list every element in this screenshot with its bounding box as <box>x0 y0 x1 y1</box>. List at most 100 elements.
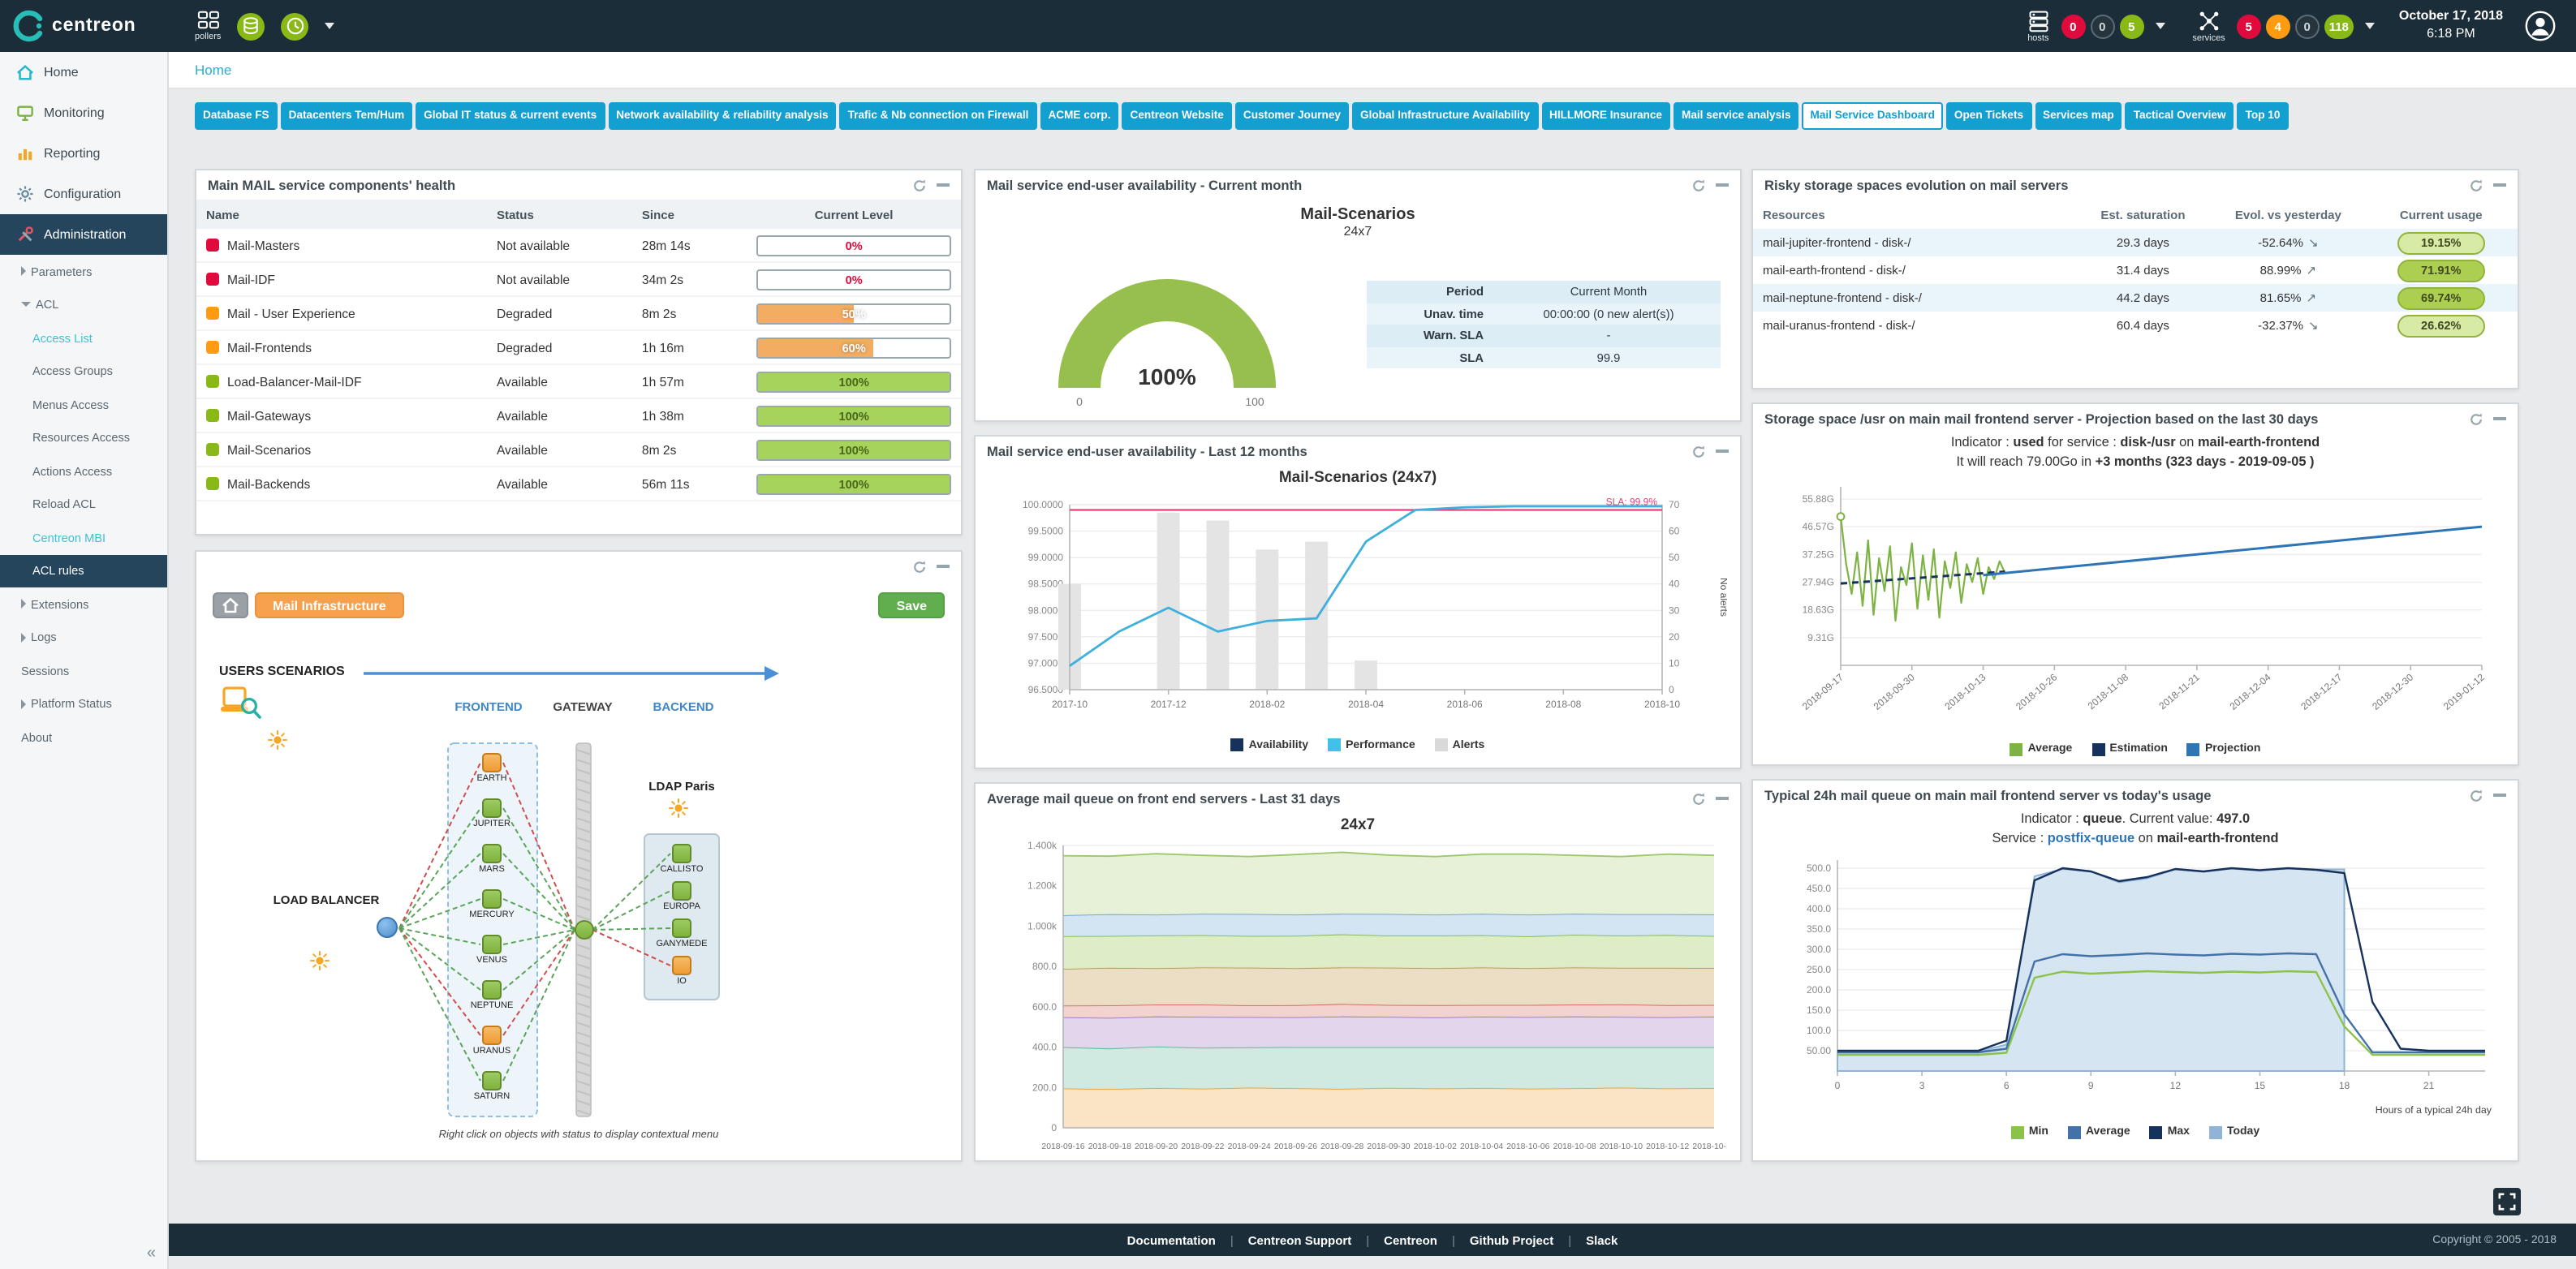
svg-text:0: 0 <box>1051 1122 1057 1133</box>
tab-mail-service-dashboard[interactable]: Mail Service Dashboard <box>1803 102 1943 130</box>
server-node-uranus[interactable] <box>482 1026 502 1045</box>
sidebar-subitem-acl-rules[interactable]: ACL rules <box>0 554 167 587</box>
sidebar-subitem-parameters[interactable]: Parameters <box>0 255 167 288</box>
server-node-jupiter[interactable] <box>482 798 502 818</box>
sidebar-subitem-label: Access List <box>32 331 93 346</box>
status-badge-warning[interactable]: 4 <box>2266 14 2290 38</box>
refresh-icon[interactable] <box>912 559 927 574</box>
status-badge-pending[interactable]: 0 <box>2090 14 2114 38</box>
tab-mail-service-analysis[interactable]: Mail service analysis <box>1674 102 1799 130</box>
tab-datacenters-tem-hum[interactable]: Datacenters Tem/Hum <box>281 102 413 130</box>
refresh-icon[interactable] <box>1691 791 1706 806</box>
hosts-menu[interactable]: hosts <box>2027 9 2049 43</box>
latency-poller-status-icon[interactable] <box>281 12 308 40</box>
tab-services-map[interactable]: Services map <box>2035 102 2122 130</box>
sidebar-subitem-platform-status[interactable]: Platform Status <box>0 687 167 721</box>
server-node-mars[interactable] <box>482 844 502 863</box>
footer-link-github-project[interactable]: Github Project <box>1470 1232 1553 1247</box>
minimize-icon[interactable] <box>1716 183 1729 187</box>
status-badge-critical[interactable]: 0 <box>2061 14 2085 38</box>
sidebar-subitem-reload-acl[interactable]: Reload ACL <box>0 488 167 521</box>
save-button[interactable]: Save <box>879 592 945 618</box>
footer-link-centreon[interactable]: Centreon <box>1384 1232 1437 1247</box>
server-node-neptune[interactable] <box>482 980 502 1000</box>
sidebar-subitem-actions-access[interactable]: Actions Access <box>0 454 167 488</box>
sidebar-subitem-access-list[interactable]: Access List <box>0 321 167 355</box>
infrastructure-home-button[interactable] <box>213 592 248 618</box>
tab-customer-journey[interactable]: Customer Journey <box>1235 102 1349 130</box>
database-poller-status-icon[interactable] <box>237 12 265 40</box>
sidebar-subitem-access-groups[interactable]: Access Groups <box>0 355 167 388</box>
tab-open-tickets[interactable]: Open Tickets <box>1946 102 2031 130</box>
server-node-io[interactable] <box>672 956 691 975</box>
sidebar-collapse-button[interactable]: « <box>147 1245 156 1263</box>
sidebar-subitem-extensions[interactable]: Extensions <box>0 587 167 621</box>
server-node-saturn[interactable] <box>482 1071 502 1090</box>
breadcrumb[interactable]: Home <box>195 62 231 78</box>
sidebar-subitem-acl[interactable]: ACL <box>0 288 167 321</box>
tab-global-infrastructure-availability[interactable]: Global Infrastructure Availability <box>1352 102 1538 130</box>
chevron-down-icon <box>21 303 31 308</box>
status-badge-ok[interactable]: 5 <box>2119 14 2143 38</box>
minimize-icon[interactable] <box>1716 797 1729 800</box>
minimize-icon[interactable] <box>937 565 950 568</box>
tab-hillmore-insurance[interactable]: HILLMORE Insurance <box>1541 102 1670 130</box>
sidebar-subitem-sessions[interactable]: Sessions <box>0 654 167 687</box>
sidebar-subitem-logs[interactable]: Logs <box>0 621 167 654</box>
infrastructure-name-button[interactable]: Mail Infrastructure <box>255 592 404 618</box>
sidebar-item-configuration[interactable]: Configuration <box>0 174 167 214</box>
minimize-icon[interactable] <box>2493 183 2506 187</box>
tab-centreon-website[interactable]: Centreon Website <box>1122 102 1232 130</box>
tab-network-availability-reliability-analysis[interactable]: Network availability & reliability analy… <box>608 102 836 130</box>
fullscreen-button[interactable] <box>2493 1188 2521 1215</box>
sidebar-subitem-resources-access[interactable]: Resources Access <box>0 421 167 454</box>
status-badge-pending[interactable]: 0 <box>2295 14 2320 38</box>
server-node-earth[interactable] <box>482 753 502 772</box>
server-node-venus[interactable] <box>482 935 502 954</box>
sidebar-subitem-centreon-mbi[interactable]: Centreon MBI <box>0 521 167 554</box>
services-chevron-down-icon[interactable] <box>2365 23 2375 29</box>
server-node-mercury[interactable] <box>482 889 502 909</box>
trend-arrow-icon: ↗ <box>2307 290 2317 305</box>
refresh-icon[interactable] <box>1691 444 1706 458</box>
server-node-ganymede[interactable] <box>672 918 691 938</box>
status-badge-critical[interactable]: 5 <box>2237 14 2261 38</box>
sidebar-item-reporting[interactable]: Reporting <box>0 133 167 174</box>
footer-link-centreon-support[interactable]: Centreon Support <box>1248 1232 1352 1247</box>
gateway-node[interactable] <box>574 920 593 940</box>
hosts-chevron-down-icon[interactable] <box>2155 23 2165 29</box>
footer-link-slack[interactable]: Slack <box>1586 1232 1618 1247</box>
server-node-callisto[interactable] <box>672 844 691 863</box>
minimize-icon[interactable] <box>2493 417 2506 420</box>
tab-tactical-overview[interactable]: Tactical Overview <box>2126 102 2234 130</box>
pollers-chevron-down-icon[interactable] <box>325 23 334 29</box>
load-balancer-node[interactable] <box>377 917 398 938</box>
sidebar-subitem-about[interactable]: About <box>0 721 167 754</box>
sidebar-item-administration[interactable]: Administration <box>0 214 167 255</box>
refresh-icon[interactable] <box>1691 178 1706 192</box>
sidebar-item-monitoring[interactable]: Monitoring <box>0 92 167 133</box>
server-node-label: MERCURY <box>443 910 541 920</box>
refresh-icon[interactable] <box>2469 178 2483 192</box>
user-menu-icon[interactable] <box>2524 10 2557 42</box>
pollers-menu[interactable]: pollers <box>195 10 221 42</box>
refresh-icon[interactable] <box>912 178 927 192</box>
tab-global-it-status-current-events[interactable]: Global IT status & current events <box>416 102 605 130</box>
sidebar-subitem-menus-access[interactable]: Menus Access <box>0 388 167 421</box>
status-badge-ok[interactable]: 118 <box>2324 14 2354 38</box>
centreon-logo[interactable]: centreon <box>0 10 169 42</box>
minimize-icon[interactable] <box>1716 450 1729 453</box>
tab-acme-corp[interactable]: ACME corp. <box>1040 102 1118 130</box>
refresh-icon[interactable] <box>2469 411 2483 426</box>
server-node-europa[interactable] <box>672 881 691 901</box>
tab-top-10[interactable]: Top 10 <box>2238 102 2289 130</box>
minimize-icon[interactable] <box>2493 794 2506 797</box>
tab-trafic-nb-connection-on-firewall[interactable]: Trafic & Nb connection on Firewall <box>840 102 1037 130</box>
sidebar-item-home[interactable]: Home <box>0 52 167 92</box>
gauge-svg: 100%0100 <box>995 239 1339 411</box>
tab-database-fs[interactable]: Database FS <box>195 102 278 130</box>
minimize-icon[interactable] <box>937 183 950 187</box>
refresh-icon[interactable] <box>2469 788 2483 802</box>
footer-link-documentation[interactable]: Documentation <box>1127 1232 1216 1247</box>
services-menu[interactable]: services <box>2192 9 2225 43</box>
